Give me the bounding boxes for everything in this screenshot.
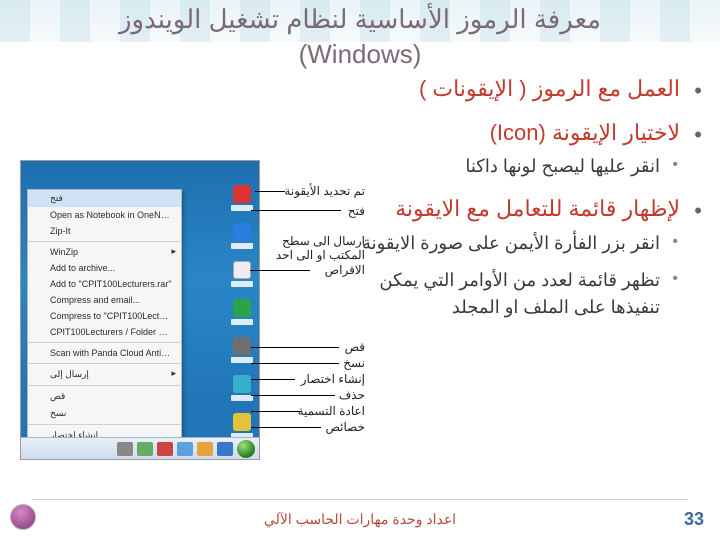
desktop-icon[interactable] — [231, 223, 253, 249]
footer-text: اعداد وحدة مهارات الحاسب الآلي — [0, 511, 720, 528]
context-menu-item[interactable]: Compress to "CPIT100Lecturers.rar" and e… — [28, 308, 181, 324]
callout-rename: اعادة التسمية — [298, 404, 365, 418]
leader-line — [250, 270, 310, 271]
leader-line — [251, 363, 339, 364]
start-orb-icon[interactable] — [237, 440, 255, 458]
callout-selected: تم تحديد الأيقونة — [284, 184, 365, 198]
context-menu-item[interactable]: Add to "CPIT100Lecturers.rar" — [28, 276, 181, 292]
page-number: 33 — [684, 509, 704, 530]
leader-line — [251, 427, 321, 428]
main-bullets: العمل مع الرموز ( الإيقونات ) لاختيار ال… — [357, 74, 702, 335]
leader-line — [251, 395, 335, 396]
leader-line — [251, 379, 295, 380]
callout-copy: نسخ — [343, 356, 365, 370]
context-menu-item[interactable]: Zip-It — [28, 223, 181, 239]
taskbar-item[interactable] — [217, 442, 233, 456]
desktop-icon[interactable] — [231, 413, 253, 439]
desktop-icon[interactable] — [231, 299, 253, 325]
taskbar[interactable] — [21, 437, 259, 459]
context-menu-item[interactable]: فتح — [28, 190, 181, 207]
context-menu-item[interactable]: CPIT100Lecturers / Folder Synchronizatio… — [28, 324, 181, 340]
callout-delete: حذف — [339, 388, 365, 402]
taskbar-item[interactable] — [117, 442, 133, 456]
leader-line — [255, 191, 285, 192]
bullet-3-sub2: تظهر قائمة لعدد من الأوامر التي يمكن تنف… — [357, 267, 680, 321]
desktop-icon[interactable] — [231, 185, 253, 211]
footer: اعداد وحدة مهارات الحاسب الآلي 33 — [0, 502, 720, 534]
page-title: معرفة الرموز الأساسية لنظام تشغيل الويند… — [0, 0, 720, 72]
context-menu-item[interactable]: WinZip — [28, 244, 181, 260]
leader-line — [251, 411, 301, 412]
context-menu[interactable]: فتحOpen as Notebook in OneNoteZip-It WinZ… — [27, 189, 182, 460]
bullet-1: العمل مع الرموز ( الإيقونات ) — [357, 74, 702, 104]
leader-line — [251, 347, 339, 348]
context-menu-item[interactable]: إرسال إلى — [28, 366, 181, 383]
leader-line — [251, 210, 341, 211]
context-menu-item[interactable]: قص — [28, 388, 181, 405]
taskbar-item[interactable] — [177, 442, 193, 456]
taskbar-item[interactable] — [157, 442, 173, 456]
desktop-icons — [231, 185, 253, 460]
desktop-icon[interactable] — [231, 261, 253, 287]
callout-shortcut: إنشاء اختصار — [301, 372, 365, 386]
bullet-3-sub1: انقر بزر الفأرة الأيمن على صورة الايقونة — [357, 230, 680, 257]
callout-properties: خصائص — [325, 420, 365, 434]
windows-desktop: فتحOpen as Notebook in OneNoteZip-It WinZ… — [20, 160, 260, 460]
context-menu-item[interactable]: Compress and email... — [28, 292, 181, 308]
context-menu-item[interactable]: نسخ — [28, 405, 181, 422]
callout-open: فتح — [348, 204, 365, 218]
bullet-2: لاختيار الإيقونة (Icon) انقر عليها ليصبح… — [357, 118, 702, 181]
bullet-2-sub1: انقر عليها ليصبح لونها داكنا — [357, 153, 680, 180]
callout-cut: قص — [345, 340, 365, 354]
taskbar-item[interactable] — [197, 442, 213, 456]
title-line2: (Windows) — [299, 39, 422, 69]
desktop-icon[interactable] — [231, 337, 253, 363]
context-menu-item[interactable]: Scan with Panda Cloud Antivirus — [28, 345, 181, 361]
title-line1: معرفة الرموز الأساسية لنظام تشغيل الويند… — [119, 4, 601, 34]
screenshot: فتحOpen as Notebook in OneNoteZip-It WinZ… — [20, 160, 260, 460]
context-menu-item[interactable]: Open as Notebook in OneNote — [28, 207, 181, 223]
taskbar-item[interactable] — [137, 442, 153, 456]
context-menu-item[interactable]: Add to archive... — [28, 260, 181, 276]
bullet-3: لإظهار قائمة للتعامل مع الايقونة انقر بز… — [357, 194, 702, 321]
desktop-icon[interactable] — [231, 375, 253, 401]
